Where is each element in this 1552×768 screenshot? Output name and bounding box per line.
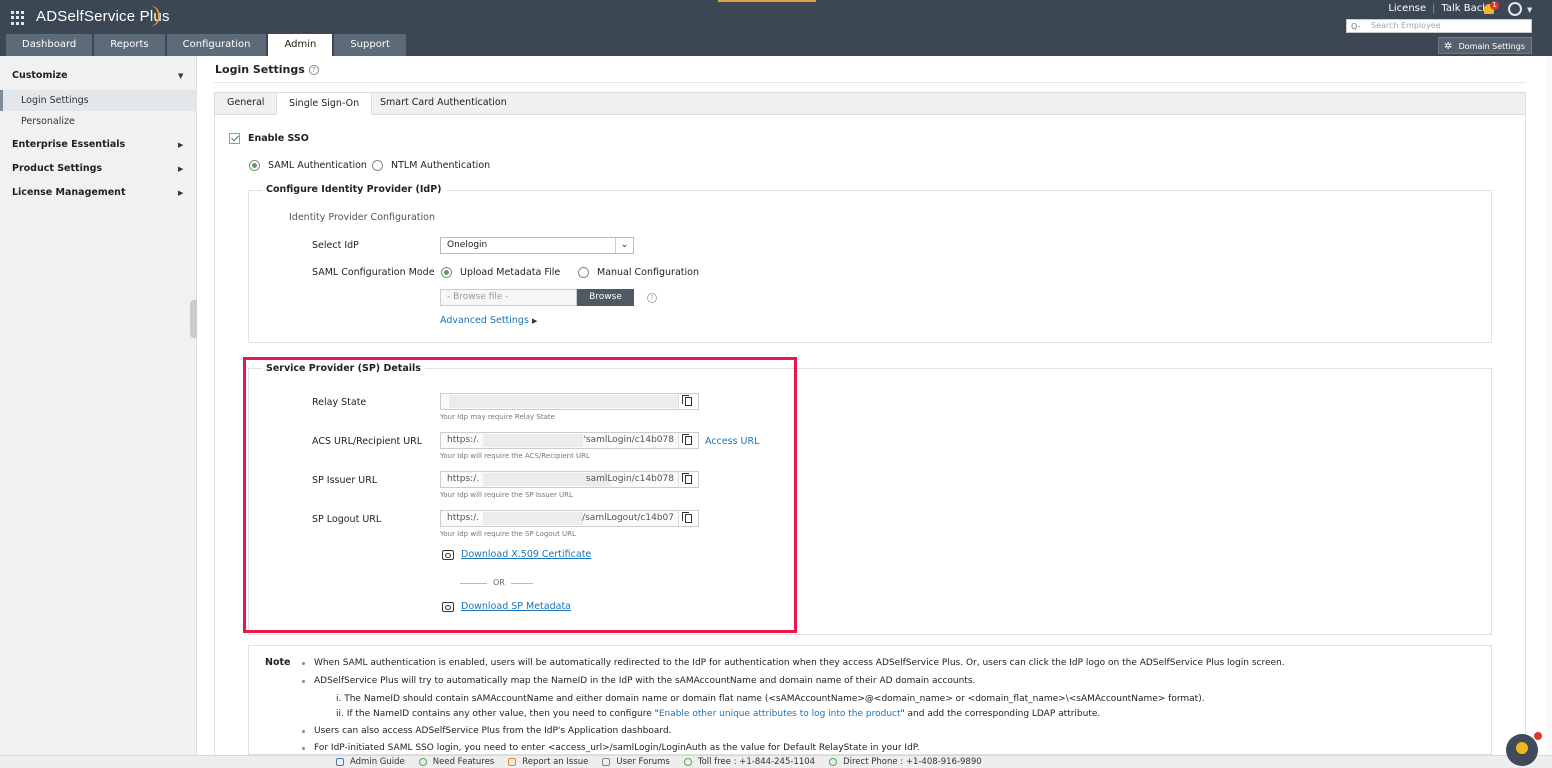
gear-icon: ✲: [1444, 41, 1453, 52]
sidebar-item-label: Product Settings: [12, 163, 103, 174]
license-link[interactable]: License: [1388, 3, 1426, 14]
top-header: ADSelfService Plus Dashboard Reports Con…: [0, 0, 1552, 56]
report-issue-link[interactable]: Report an Issue: [508, 757, 588, 767]
saml-mode-label: SAML Configuration Mode: [312, 267, 435, 278]
caret-right-icon: ▶: [178, 189, 184, 197]
search-icon: Q-: [1351, 22, 1361, 31]
caret-down-icon: ▼: [178, 72, 184, 80]
bullet: [302, 662, 305, 665]
ntlm-auth-radio[interactable]: [372, 160, 383, 171]
footer-bar: Admin Guide Need Features Report an Issu…: [0, 755, 1552, 768]
divider: [214, 82, 1526, 83]
phone-icon: [829, 758, 838, 766]
help-icon[interactable]: ?: [308, 65, 319, 75]
note-line: For IdP-initiated SAML SSO login, you ne…: [314, 743, 920, 753]
forum-icon: [602, 758, 611, 766]
select-idp-value: Onelogin: [447, 240, 488, 250]
bullet: [302, 730, 305, 733]
main-nav-tabs: Dashboard Reports Configuration Admin Su…: [6, 34, 406, 56]
upload-metadata-radio[interactable]: [441, 267, 452, 278]
sidebar-item-label: Customize: [12, 70, 68, 81]
need-features-link[interactable]: Need Features: [418, 757, 494, 767]
manual-config-label: Manual Configuration: [597, 267, 699, 278]
sidebar-item-customize[interactable]: Customize ▼: [0, 65, 197, 87]
chat-assistant-button[interactable]: [1506, 732, 1542, 766]
ntlm-auth-label: NTLM Authentication: [391, 160, 491, 171]
saml-auth-label: SAML Authentication: [268, 160, 367, 171]
sidebar-item-product-settings[interactable]: Product Settings ▶: [0, 158, 197, 180]
enable-sso-checkbox[interactable]: [229, 133, 240, 144]
manual-config-radio[interactable]: [578, 267, 589, 278]
toll-free-number: Toll free : +1-844-245-1104: [683, 757, 815, 767]
chevron-down-icon: ⌄: [615, 238, 633, 253]
tab-dashboard[interactable]: Dashboard: [6, 34, 93, 56]
tab-support[interactable]: Support: [334, 34, 406, 56]
top-links: License | Talk Back: [1388, 3, 1488, 14]
note-title: Note: [265, 657, 291, 668]
sidebar-item-login-settings[interactable]: Login Settings: [0, 90, 197, 111]
chat-notification-dot: [1534, 732, 1542, 740]
sidebar: Customize ▼ Login Settings Personalize E…: [0, 56, 197, 756]
search-employee-input[interactable]: Q- Search Employee: [1346, 19, 1532, 33]
note-line: Users can also access ADSelfService Plus…: [314, 726, 672, 736]
separator: |: [1432, 3, 1436, 14]
page-title: Login Settings?: [215, 63, 319, 76]
bug-icon: [508, 758, 517, 766]
select-idp-label: Select IdP: [312, 240, 359, 251]
page-scrollbar[interactable]: [1545, 56, 1552, 755]
footer-links: Admin Guide Need Features Report an Issu…: [336, 757, 996, 767]
tab-reports[interactable]: Reports: [94, 34, 165, 56]
browse-button[interactable]: Browse: [577, 289, 634, 306]
bulb-icon: [418, 758, 427, 766]
idp-config-subtitle: Identity Provider Configuration: [289, 212, 435, 223]
caret-right-icon: ▶: [178, 141, 184, 149]
talk-back-link[interactable]: Talk Back: [1441, 3, 1488, 14]
help-icon[interactable]: ?: [647, 293, 657, 303]
note-line: ii. If the NameID contains any other val…: [336, 709, 1101, 719]
sidebar-item-enterprise-essentials[interactable]: Enterprise Essentials ▶: [0, 134, 197, 156]
admin-guide-link[interactable]: Admin Guide: [336, 757, 405, 767]
notification-bell-icon[interactable]: 1: [1482, 1, 1499, 16]
bullet: [302, 680, 305, 683]
subtab-single-sign-on[interactable]: Single Sign-On: [276, 92, 373, 115]
book-icon: [336, 758, 344, 766]
note-line: ADSelfService Plus will try to automatic…: [314, 676, 976, 686]
caret-right-icon: ▶: [178, 165, 184, 173]
upload-metadata-label: Upload Metadata File: [460, 267, 561, 278]
caret-right-icon: ▶: [531, 317, 538, 325]
notification-badge: 1: [1490, 1, 1499, 10]
metadata-file-input[interactable]: - Browse file -: [440, 289, 577, 306]
note-line: i. The NameID should contain sAMAccountN…: [336, 694, 1205, 704]
sidebar-collapse-handle[interactable]: [190, 300, 197, 338]
sidebar-item-license-management[interactable]: License Management ▶: [0, 182, 197, 204]
user-avatar-icon[interactable]: [1508, 2, 1522, 16]
sidebar-item-label: License Management: [12, 187, 126, 198]
chevron-down-icon[interactable]: ▼: [1527, 6, 1532, 14]
note-line: When SAML authentication is enabled, use…: [314, 658, 1285, 668]
phone-icon: [683, 758, 692, 766]
direct-phone-number: Direct Phone : +1-408-916-9890: [829, 757, 982, 767]
user-forums-link[interactable]: User Forums: [602, 757, 670, 767]
highlight-box: [243, 357, 797, 633]
apps-grid-icon[interactable]: [11, 11, 25, 25]
unique-attributes-link[interactable]: Enable other unique attributes to log in…: [659, 709, 901, 719]
sidebar-item-label: Enterprise Essentials: [12, 139, 126, 150]
advanced-settings-link[interactable]: Advanced Settings ▶: [440, 315, 537, 326]
assistant-avatar-icon: [1516, 742, 1528, 754]
idp-section-title: Configure Identity Provider (IdP): [262, 184, 446, 195]
subtab-general[interactable]: General: [215, 92, 276, 115]
settings-subtabs: General Single Sign-On Smart Card Authen…: [214, 92, 1526, 115]
select-idp-dropdown[interactable]: Onelogin ⌄: [440, 237, 634, 254]
sidebar-item-personalize[interactable]: Personalize: [0, 111, 197, 132]
domain-settings-button[interactable]: ✲ Domain Settings: [1438, 37, 1532, 54]
tab-configuration[interactable]: Configuration: [166, 34, 267, 56]
enable-sso-label: Enable SSO: [248, 133, 309, 144]
bullet: [302, 747, 305, 750]
saml-auth-radio[interactable]: [249, 160, 260, 171]
subtab-smart-card[interactable]: Smart Card Authentication: [368, 92, 519, 115]
header-accent-line: [718, 0, 816, 2]
domain-settings-label: Domain Settings: [1458, 42, 1525, 51]
search-placeholder: Search Employee: [1371, 21, 1441, 30]
tab-admin[interactable]: Admin: [268, 34, 333, 56]
